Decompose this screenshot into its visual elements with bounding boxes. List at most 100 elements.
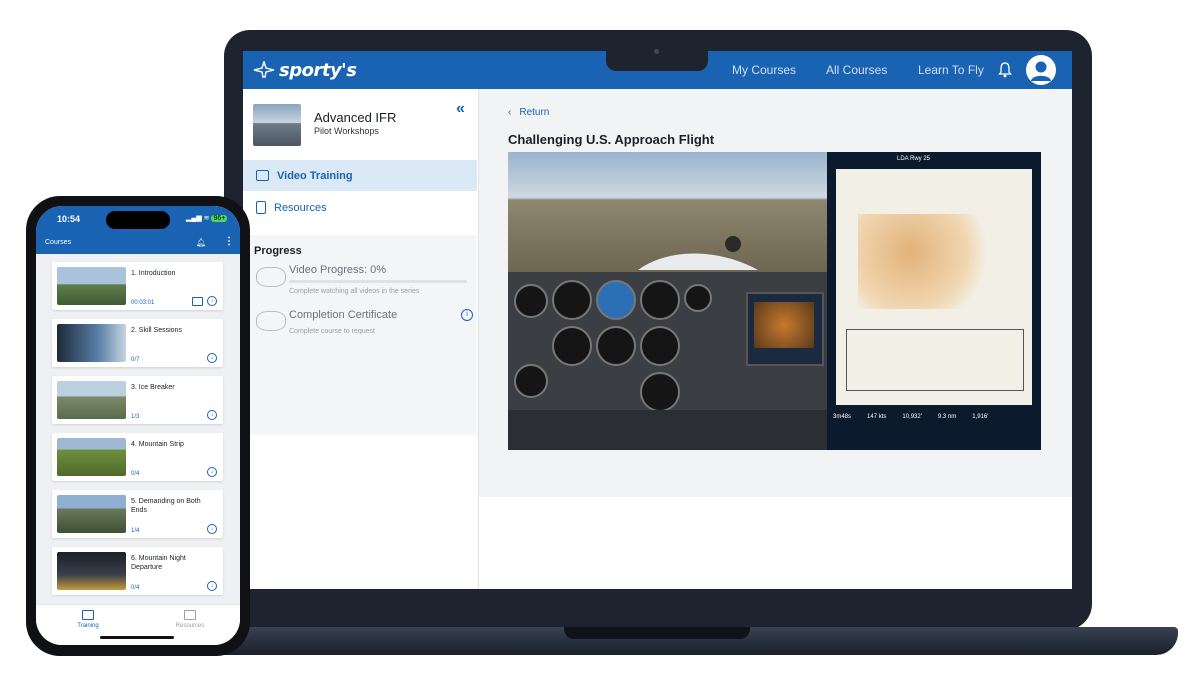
lesson-meta: 0/4: [131, 471, 140, 477]
instrument-panel: [508, 272, 827, 450]
download-icon[interactable]: ↓: [207, 467, 217, 477]
lesson-name: 4. Mountain Strip: [131, 441, 184, 448]
lesson-thumbnail: [57, 267, 126, 305]
tab-resources[interactable]: Resources: [160, 610, 220, 629]
video-icon: [82, 610, 94, 620]
sidebar-item-label: Video Training: [277, 169, 353, 182]
lesson-thumbnail: [57, 438, 126, 476]
status-icons: ▂▄▆ ≋ 96+: [186, 215, 228, 222]
phone-header: 10:54 ▂▄▆ ≋ 96+ Courses 🔔︎ ⋮: [36, 206, 240, 254]
video-player[interactable]: LDA Rwy 25 3m48s 147 kts 10,932' 9.3 nm …: [508, 152, 1041, 450]
nav-learn-to-fly[interactable]: Learn To Fly: [918, 63, 984, 77]
laptop-screen: sporty's My Courses All Courses Learn To…: [243, 51, 1072, 589]
heading-indicator-icon: [596, 326, 636, 366]
notification-bell-icon[interactable]: 🔔︎: [196, 238, 206, 247]
phone-screen: 10:54 ▂▄▆ ≋ 96+ Courses 🔔︎ ⋮ 1. Introduc…: [36, 206, 240, 645]
dynamic-island: [106, 211, 170, 229]
list-item[interactable]: 6. Mountain Night Departure 0/4 ↓: [52, 547, 223, 595]
status-value: 1,916': [972, 414, 989, 420]
list-item[interactable]: 3. Ice Breaker 1/3 ↓: [52, 376, 223, 424]
lesson-name: 6. Mountain Night Departure: [131, 555, 186, 571]
laptop-hinge: [564, 627, 750, 639]
battery-level: 96+: [211, 215, 228, 222]
lesson-thumbnail: [57, 552, 126, 590]
list-item[interactable]: 5. Demanding on Both Ends 1/4 ↓: [52, 490, 223, 538]
tab-label: Training: [77, 623, 99, 629]
nav-my-courses[interactable]: My Courses: [732, 63, 796, 77]
cast-icon[interactable]: [192, 297, 203, 306]
list-item[interactable]: 2. Skill Sessions 0/7 ↓: [52, 319, 223, 367]
bookmark-icon: [256, 201, 266, 214]
user-avatar[interactable]: [1026, 55, 1056, 85]
video-progress-bar: [289, 280, 467, 283]
main-content: ‹ Return Challenging U.S. Approach Flight: [479, 89, 1072, 589]
lesson-thumbnail: [57, 324, 126, 362]
lesson-meta: 1/4: [131, 528, 140, 534]
download-icon[interactable]: ↓: [207, 581, 217, 591]
lesson-thumbnail: [57, 381, 126, 419]
airplane-logo-icon: [253, 61, 275, 78]
tab-label: Resources: [175, 623, 205, 629]
sidebar-item-video-training[interactable]: Video Training: [243, 160, 477, 191]
download-icon[interactable]: ↓: [207, 410, 217, 420]
lesson-name: 2. Skill Sessions: [131, 327, 182, 334]
lesson-title: Challenging U.S. Approach Flight: [508, 132, 715, 147]
lesson-name: 3. Ice Breaker: [131, 384, 175, 391]
video-progress-label: Video Progress: 0%: [289, 264, 387, 276]
approach-chart-tablet: LDA Rwy 25 3m48s 147 kts 10,932' 9.3 nm …: [827, 152, 1041, 450]
status-time: 10:54: [57, 214, 81, 224]
gauge-icon: [514, 284, 548, 318]
bookmark-icon: [184, 610, 196, 620]
lesson-thumbnail: [57, 495, 126, 533]
vsi-gauge-icon: [640, 326, 680, 366]
altimeter-icon: [640, 280, 680, 320]
sportys-logo[interactable]: sporty's: [253, 58, 357, 82]
return-link[interactable]: ‹ Return: [508, 107, 549, 118]
status-value: 10,932': [902, 414, 922, 420]
download-icon[interactable]: ↓: [207, 296, 217, 306]
certificate-hint: Complete course to request: [289, 328, 375, 335]
status-value: 147 kts: [867, 414, 887, 420]
chevron-left-icon: ‹: [508, 107, 512, 118]
flight-status-row: 3m48s 147 kts 10,932' 9.3 nm 1,916': [833, 414, 988, 420]
lesson-meta: 0/4: [131, 585, 140, 591]
nav-all-courses[interactable]: All Courses: [826, 63, 887, 77]
header-title: Courses: [45, 239, 72, 246]
download-icon[interactable]: ↓: [207, 353, 217, 363]
attitude-indicator-icon: [596, 280, 636, 320]
video-progress-hint: Complete watching all videos in the seri…: [289, 288, 420, 295]
list-item[interactable]: 4. Mountain Strip 0/4 ↓: [52, 433, 223, 481]
certificate-icon: [256, 311, 286, 331]
certificate-label: Completion Certificate: [289, 309, 398, 321]
list-item[interactable]: 1. Introduction 00:03:01 ↓: [52, 262, 223, 310]
more-menu-icon[interactable]: ⋮: [224, 236, 234, 247]
lesson-name: 5. Demanding on Both Ends: [131, 498, 201, 514]
status-value: 9.3 nm: [937, 414, 957, 420]
gauge-icon: [514, 364, 548, 398]
profile-view: [846, 329, 1024, 391]
switch-panel: [508, 410, 827, 450]
brand-name: sporty's: [279, 59, 357, 81]
notification-bell-icon[interactable]: [998, 62, 1012, 78]
gps-display: [746, 292, 824, 366]
aircraft-nose-icon: [638, 236, 758, 270]
sidebar-item-resources[interactable]: Resources: [243, 192, 477, 223]
course-thumbnail: [253, 104, 301, 146]
bottom-tab-bar: Training Resources: [36, 604, 240, 645]
video-progress-icon: [256, 267, 286, 287]
progress-panel: Progress Video Progress: 0% Complete wat…: [243, 235, 477, 435]
gauge-icon: [684, 284, 712, 312]
gauge-icon: [640, 372, 680, 412]
download-icon[interactable]: ↓: [207, 524, 217, 534]
sidebar-item-label: Resources: [274, 201, 327, 214]
chart-header: LDA Rwy 25: [897, 156, 931, 162]
turn-coordinator-icon: [552, 326, 592, 366]
lesson-meta: 00:03:01: [131, 300, 155, 306]
course-subtitle: Pilot Workshops: [314, 126, 379, 136]
cockpit-view: [508, 152, 827, 272]
video-icon: [256, 170, 269, 181]
collapse-sidebar-icon[interactable]: «: [456, 100, 465, 118]
lesson-meta: 0/7: [131, 357, 140, 363]
tab-training[interactable]: Training: [58, 610, 118, 629]
info-icon[interactable]: i: [461, 309, 473, 321]
